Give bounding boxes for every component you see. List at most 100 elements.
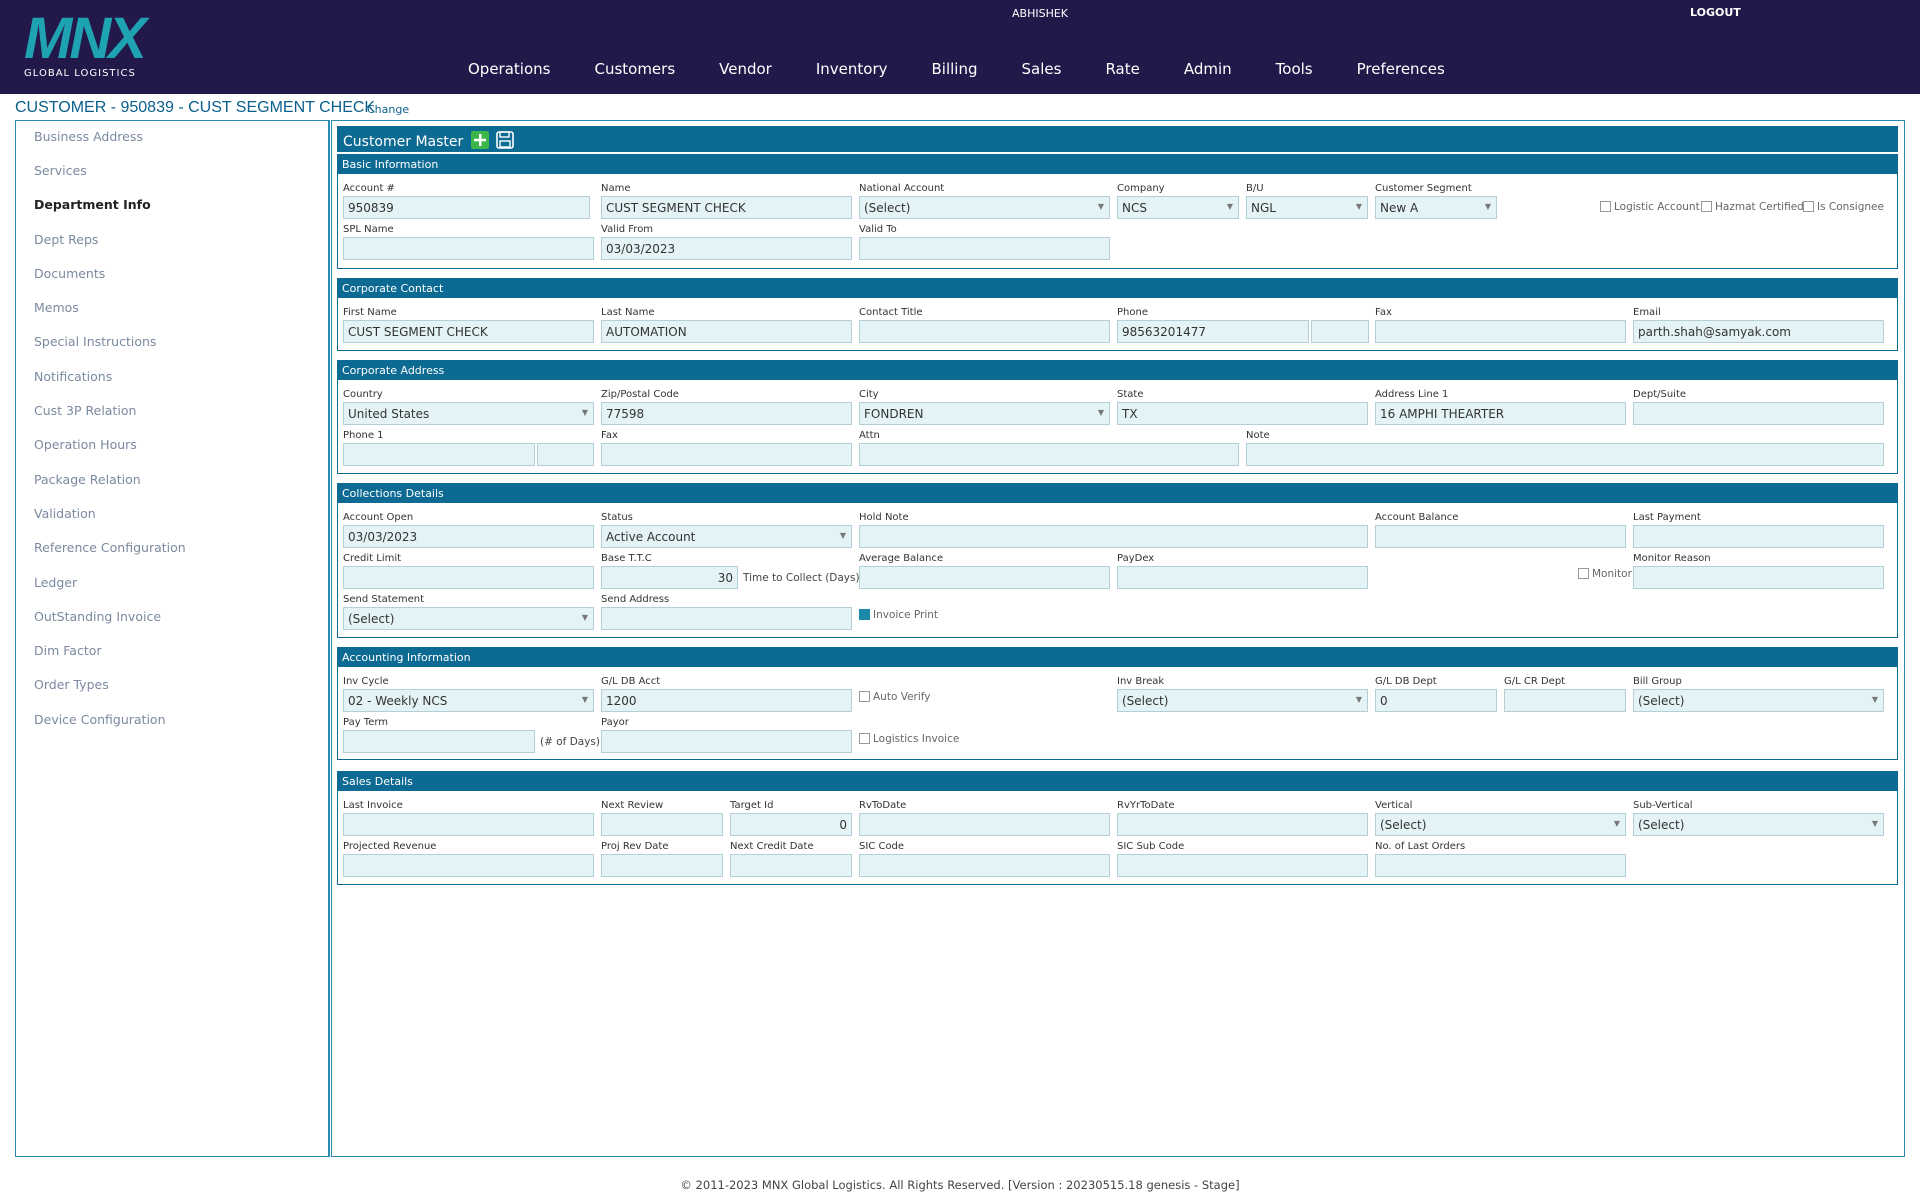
sidebar-item-operation-hours[interactable]: Operation Hours (34, 437, 137, 452)
note-field[interactable]: Note (1246, 430, 1884, 466)
sidebar-item-dept-reps[interactable]: Dept Reps (34, 232, 98, 247)
nav-preferences[interactable]: Preferences (1357, 60, 1445, 78)
logistic-account-checkbox[interactable]: Logistic Account (1600, 201, 1700, 213)
nav-rate[interactable]: Rate (1105, 60, 1139, 78)
first-name-field[interactable]: First Name CUST SEGMENT CHECK (343, 307, 594, 343)
invoice-print-checkbox[interactable]: Invoice Print (859, 609, 938, 621)
gl-cr-dept-field[interactable]: G/L CR Dept (1504, 676, 1626, 712)
sidebar-item-device-configuration[interactable]: Device Configuration (34, 712, 166, 727)
inv-cycle-select[interactable]: Inv Cycle 02 - Weekly NCS (343, 676, 594, 712)
sidebar-item-notifications[interactable]: Notifications (34, 369, 112, 384)
city-select[interactable]: City FONDREN (859, 389, 1110, 425)
payor-field[interactable]: Payor (601, 717, 852, 753)
account-balance-field[interactable]: Account Balance (1375, 512, 1626, 548)
last-name-field[interactable]: Last Name AUTOMATION (601, 307, 852, 343)
sic-sub-code-field[interactable]: SIC Sub Code (1117, 841, 1368, 877)
phone1-ext-field[interactable] (537, 430, 594, 466)
credit-limit-field[interactable]: Credit Limit (343, 553, 594, 589)
save-icon[interactable] (496, 131, 514, 149)
nav-vendor[interactable]: Vendor (719, 60, 772, 78)
sidebar-item-documents[interactable]: Documents (34, 266, 105, 281)
hold-note-field[interactable]: Hold Note (859, 512, 1368, 548)
sidebar-item-validation[interactable]: Validation (34, 506, 96, 521)
phone-ext-field[interactable] (1311, 307, 1369, 343)
pay-term-field[interactable]: Pay Term (343, 717, 535, 753)
sidebar-item-reference-configuration[interactable]: Reference Configuration (34, 540, 186, 555)
sidebar-item-memos[interactable]: Memos (34, 300, 79, 315)
nav-inventory[interactable]: Inventory (816, 60, 888, 78)
sidebar-item-special-instructions[interactable]: Special Instructions (34, 334, 156, 349)
sidebar-item-ledger[interactable]: Ledger (34, 575, 77, 590)
country-select[interactable]: Country United States (343, 389, 594, 425)
auto-verify-checkbox[interactable]: Auto Verify (859, 691, 931, 703)
fax-field[interactable]: Fax (1375, 307, 1626, 343)
spl-name-field[interactable]: SPL Name (343, 224, 594, 260)
attn-field[interactable]: Attn (859, 430, 1239, 466)
nav-operations[interactable]: Operations (468, 60, 550, 78)
sidebar-item-services[interactable]: Services (34, 163, 87, 178)
sidebar-item-order-types[interactable]: Order Types (34, 677, 109, 692)
next-review-field[interactable]: Next Review (601, 800, 723, 836)
account-open-field[interactable]: Account Open 03/03/2023 (343, 512, 594, 548)
average-balance-field[interactable]: Average Balance (859, 553, 1110, 589)
paydex-field[interactable]: PayDex (1117, 553, 1368, 589)
address-fax-field[interactable]: Fax (601, 430, 852, 466)
nav-sales[interactable]: Sales (1022, 60, 1062, 78)
nav-tools[interactable]: Tools (1276, 60, 1313, 78)
vertical-select[interactable]: Vertical (Select) (1375, 800, 1626, 836)
bill-group-select[interactable]: Bill Group (Select) (1633, 676, 1884, 712)
contact-title-field[interactable]: Contact Title (859, 307, 1110, 343)
inv-break-select[interactable]: Inv Break (Select) (1117, 676, 1368, 712)
national-account-select[interactable]: National Account (Select) (859, 183, 1110, 219)
add-icon[interactable] (470, 131, 489, 149)
address-line1-field[interactable]: Address Line 1 16 AMPHI THEARTER (1375, 389, 1626, 425)
account-number-field[interactable]: Account #950839 (343, 183, 590, 219)
send-statement-select[interactable]: Send Statement (Select) (343, 594, 594, 630)
logout-link[interactable]: LOGOUT (1690, 6, 1741, 19)
rv-to-date-field[interactable]: RvToDate (859, 800, 1110, 836)
nav-billing[interactable]: Billing (932, 60, 978, 78)
last-payment-field[interactable]: Last Payment (1633, 512, 1884, 548)
sidebar-item-dim-factor[interactable]: Dim Factor (34, 643, 102, 658)
logistics-invoice-checkbox[interactable]: Logistics Invoice (859, 733, 959, 745)
bu-select[interactable]: B/U NGL (1246, 183, 1368, 219)
sidebar-item-package-relation[interactable]: Package Relation (34, 472, 141, 487)
sidebar-item-business-address[interactable]: Business Address (34, 129, 143, 144)
phone1-field[interactable]: Phone 1 (343, 430, 535, 466)
next-credit-date-field[interactable]: Next Credit Date (730, 841, 852, 877)
sub-vertical-select[interactable]: Sub-Vertical (Select) (1633, 800, 1884, 836)
name-field[interactable]: Name CUST SEGMENT CHECK (601, 183, 852, 219)
valid-to-field[interactable]: Valid To (859, 224, 1110, 260)
nav-admin[interactable]: Admin (1184, 60, 1232, 78)
dept-suite-field[interactable]: Dept/Suite (1633, 389, 1884, 425)
monitor-reason-field[interactable]: Monitor Reason (1633, 553, 1884, 589)
customer-segment-select[interactable]: Customer Segment New A (1375, 183, 1497, 219)
no-of-last-orders-field[interactable]: No. of Last Orders (1375, 841, 1626, 877)
valid-from-field[interactable]: Valid From 03/03/2023 (601, 224, 852, 260)
last-invoice-field[interactable]: Last Invoice (343, 800, 594, 836)
proj-rev-date-field[interactable]: Proj Rev Date (601, 841, 723, 877)
gl-db-acct-field[interactable]: G/L DB Acct 1200 (601, 676, 852, 712)
sidebar-item-department-info[interactable]: Department Info (34, 197, 151, 212)
sidebar-item-outstanding-invoice[interactable]: OutStanding Invoice (34, 609, 161, 624)
change-link[interactable]: Change (367, 103, 409, 116)
send-address-field[interactable]: Send Address (601, 594, 852, 630)
sidebar-item-cust-3p-relation[interactable]: Cust 3P Relation (34, 403, 136, 418)
company-select[interactable]: Company NCS (1117, 183, 1239, 219)
monitor-checkbox[interactable]: Monitor (1578, 568, 1632, 580)
projected-revenue-field[interactable]: Projected Revenue (343, 841, 594, 877)
email-field[interactable]: Email parth.shah@samyak.com (1633, 307, 1884, 343)
mnx-logo[interactable]: MNX GLOBAL LOGISTICS (24, 10, 164, 80)
zip-field[interactable]: Zip/Postal Code 77598 (601, 389, 852, 425)
phone-field[interactable]: Phone 98563201477 (1117, 307, 1309, 343)
is-consignee-checkbox[interactable]: Is Consignee (1803, 201, 1884, 213)
rv-yr-to-date-field[interactable]: RvYrToDate (1117, 800, 1368, 836)
sic-code-field[interactable]: SIC Code (859, 841, 1110, 877)
base-ttc-field[interactable]: Base T.T.C 30 (601, 553, 738, 589)
nav-customers[interactable]: Customers (594, 60, 675, 78)
hazmat-certified-checkbox[interactable]: Hazmat Certified (1701, 201, 1804, 213)
target-id-field[interactable]: Target Id 0 (730, 800, 852, 836)
gl-db-dept-field[interactable]: G/L DB Dept 0 (1375, 676, 1497, 712)
state-field[interactable]: State TX (1117, 389, 1368, 425)
status-select[interactable]: Status Active Account (601, 512, 852, 548)
